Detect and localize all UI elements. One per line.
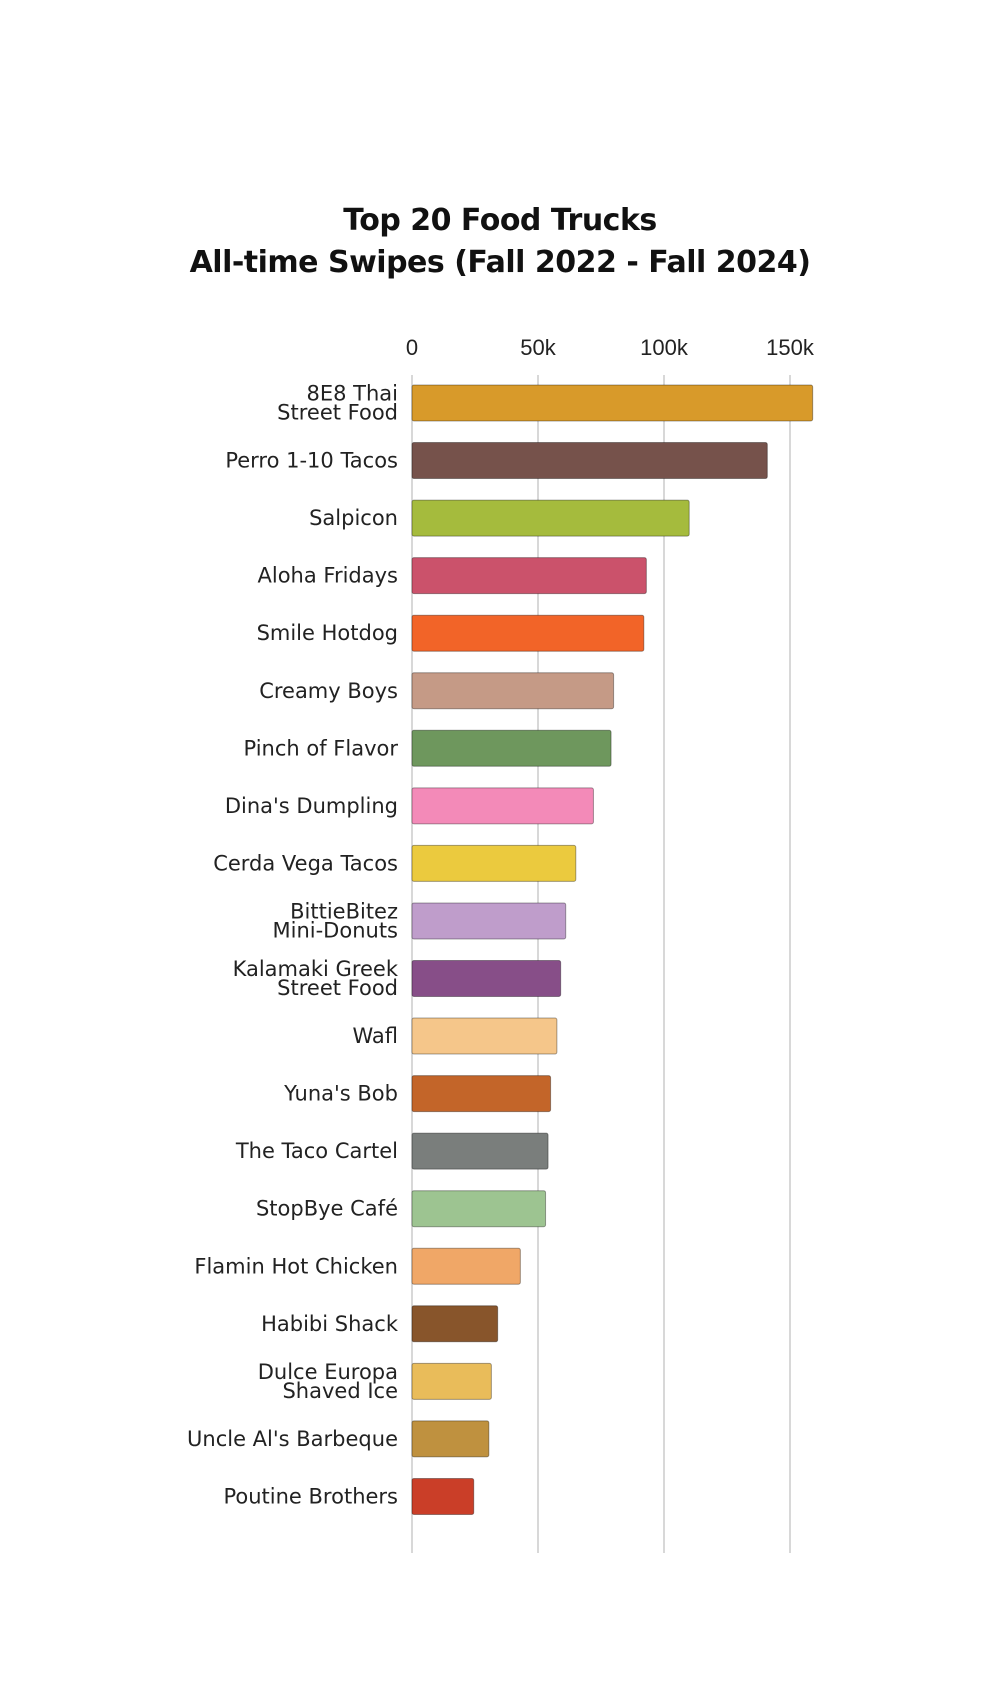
bar-0: [411, 384, 814, 422]
category-label-8: Cerda Vega Tacos: [213, 851, 398, 875]
category-label-line: Smile Hotdog: [257, 621, 398, 645]
bar-6: [411, 729, 612, 767]
category-label-7: Dina's Dumpling: [225, 794, 398, 818]
bar-19: [411, 1477, 475, 1515]
category-label-18: Uncle Al's Barbeque: [187, 1427, 398, 1451]
category-label-13: The Taco Cartel: [235, 1139, 398, 1163]
category-label-line: The Taco Cartel: [235, 1139, 398, 1163]
category-label-line: Poutine Brothers: [223, 1484, 398, 1508]
bar-17: [411, 1362, 492, 1400]
category-label-line: Uncle Al's Barbeque: [187, 1427, 398, 1451]
bar-5: [411, 672, 615, 710]
category-label-2: Salpicon: [309, 506, 398, 530]
bar-3: [411, 557, 647, 595]
category-label-line: Mini-Donuts: [273, 918, 399, 942]
bar-4: [411, 614, 645, 652]
bar-2: [411, 499, 690, 537]
category-label-line: Street Food: [277, 976, 398, 1000]
bar-14: [411, 1190, 547, 1228]
category-label-line: Flamin Hot Chicken: [194, 1254, 398, 1278]
bar-7: [411, 787, 594, 825]
bar-1: [411, 442, 768, 480]
category-label-11: Wafl: [352, 1024, 398, 1048]
category-label-line: Aloha Fridays: [258, 564, 399, 588]
bar-13: [411, 1132, 549, 1170]
category-label-line: Habibi Shack: [261, 1312, 399, 1336]
category-labels: 8E8 Thai Street Food Perro 1-10 Tacos Salpi…: [187, 382, 399, 1509]
category-label-line: Yuna's Bob: [283, 1082, 398, 1106]
bar-15: [411, 1247, 521, 1285]
bar-16: [411, 1305, 499, 1343]
category-label-6: Pinch of Flavor: [244, 736, 399, 760]
bar-8: [411, 844, 577, 882]
category-label-15: Flamin Hot Chicken: [194, 1254, 398, 1278]
category-label-14: StopBye Café: [256, 1197, 398, 1221]
x-tick-label-0: 0: [406, 335, 418, 360]
bar-9: [411, 902, 567, 940]
bar-18: [411, 1420, 490, 1458]
category-label-19: Poutine Brothers: [223, 1484, 398, 1508]
category-label-12: Yuna's Bob: [283, 1082, 398, 1106]
category-label-1: Perro 1-10 Tacos: [225, 449, 398, 473]
category-label-line: Street Food: [277, 401, 398, 425]
category-label-line: Wafl: [352, 1024, 398, 1048]
category-label-9: BittieBitez Mini-Donuts: [273, 899, 399, 942]
category-label-line: Dina's Dumpling: [225, 794, 398, 818]
x-tick-label-50k: 50k: [520, 335, 556, 360]
bars: [411, 384, 814, 1515]
category-label-3: Aloha Fridays: [258, 564, 399, 588]
category-label-line: Pinch of Flavor: [244, 736, 399, 760]
bar-12: [411, 1075, 552, 1113]
category-label-10: Kalamaki Greek Street Food: [233, 957, 399, 1000]
category-label-line: StopBye Café: [256, 1197, 398, 1221]
category-label-5: Creamy Boys: [259, 679, 398, 703]
x-tick-label-150k: 150k: [766, 335, 815, 360]
category-label-line: Salpicon: [309, 506, 398, 530]
category-label-4: Smile Hotdog: [257, 621, 398, 645]
bar-11: [411, 1017, 558, 1055]
category-label-line: Perro 1-10 Tacos: [225, 449, 398, 473]
category-label-17: Dulce Europa Shaved Ice: [258, 1360, 398, 1403]
category-label-line: Cerda Vega Tacos: [213, 851, 398, 875]
x-axis-ticks: 0 50k 100k 150k: [406, 335, 815, 360]
bar-10: [411, 960, 562, 997]
category-label-0: 8E8 Thai Street Food: [277, 382, 398, 425]
category-label-16: Habibi Shack: [261, 1312, 399, 1336]
bar-chart: 0 50k 100k 150k 8E8 Thai Street Food Perro 1-…: [187, 335, 815, 1553]
category-label-line: Shaved Ice: [282, 1379, 398, 1403]
category-label-line: Creamy Boys: [259, 679, 398, 703]
x-tick-label-100k: 100k: [640, 335, 689, 360]
